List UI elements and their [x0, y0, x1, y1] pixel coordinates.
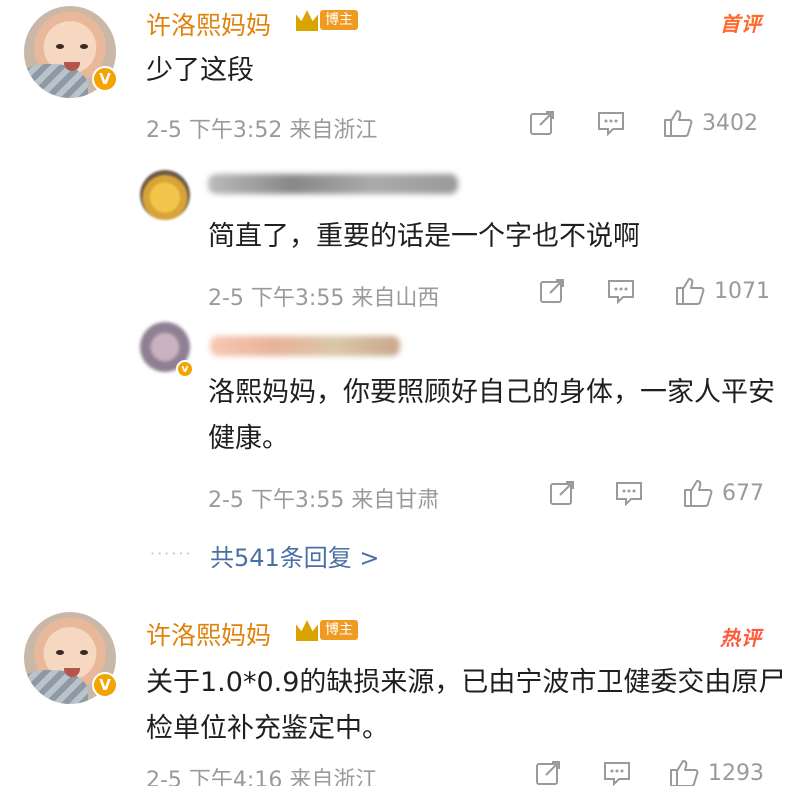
reply-button[interactable]: [596, 109, 662, 137]
share-button[interactable]: [534, 759, 602, 786]
comment-text: 少了这段: [146, 55, 254, 86]
more-replies-link[interactable]: 共541条回复 >: [210, 538, 380, 573]
comment-actions: 677: [548, 478, 764, 508]
like-icon: [670, 760, 699, 786]
like-count: 3402: [702, 110, 758, 136]
share-button[interactable]: [538, 277, 606, 305]
crown-icon: [296, 10, 318, 31]
comment-icon: [598, 112, 624, 137]
author-name[interactable]: 许洛熙妈妈: [146, 6, 271, 42]
like-count: 1071: [714, 278, 770, 304]
avatar[interactable]: [140, 170, 190, 220]
verified-icon: V: [92, 66, 118, 92]
share-button[interactable]: [528, 109, 596, 137]
comment-meta: 2-5 下午4:16 来自浙江: [146, 768, 378, 786]
like-icon: [664, 110, 693, 137]
comment-icon: [616, 482, 642, 507]
like-button[interactable]: 1293: [668, 758, 764, 786]
comment-text: 洛熙妈妈，你要照顾好自己的身体，一家人平安健康。: [208, 377, 775, 454]
comment-meta: 2-5 下午3:55 来自山西: [208, 286, 440, 311]
share-icon: [550, 481, 574, 505]
share-icon: [536, 761, 560, 785]
share-icon: [540, 279, 564, 303]
author-name[interactable]: [208, 174, 458, 194]
like-button[interactable]: 1071: [674, 276, 770, 306]
author-name[interactable]: 许洛熙妈妈: [146, 616, 271, 652]
reply-button[interactable]: [606, 277, 674, 305]
author-name[interactable]: [210, 336, 400, 356]
like-count: 677: [722, 480, 764, 506]
crown-icon: [296, 620, 318, 641]
like-icon: [676, 278, 705, 305]
like-button[interactable]: 3402: [662, 108, 758, 138]
blogger-badge: 博主: [296, 618, 358, 642]
comment-actions: 1071: [538, 276, 770, 306]
first-comment-tag: 首评: [720, 12, 762, 36]
reply-button[interactable]: [614, 479, 682, 507]
comment-meta: 2-5 下午3:52 来自浙江: [146, 118, 378, 143]
comment-actions: 1293: [534, 758, 764, 786]
blogger-badge: 博主: [296, 8, 358, 32]
comment-meta: 2-5 下午3:55 来自甘肃: [208, 488, 440, 513]
verified-icon: V: [92, 672, 118, 698]
reply-button[interactable]: [602, 759, 668, 786]
comment-actions: 3402: [528, 108, 758, 138]
share-button[interactable]: [548, 479, 614, 507]
like-count: 1293: [708, 760, 764, 786]
verified-icon: v: [176, 360, 194, 378]
like-button[interactable]: 677: [682, 478, 764, 508]
share-icon: [530, 111, 554, 135]
comment-icon: [608, 280, 634, 305]
hot-comment-tag: 热评: [720, 626, 762, 650]
comment-icon: [604, 762, 630, 786]
more-dots: ······: [150, 544, 193, 563]
comment-text: 关于1.0*0.9的缺损来源，已由宁波市卫健委交由原尸检单位补充鉴定中。: [146, 667, 786, 744]
like-icon: [684, 480, 713, 507]
comment-text: 简直了，重要的话是一个字也不说啊: [208, 221, 640, 252]
